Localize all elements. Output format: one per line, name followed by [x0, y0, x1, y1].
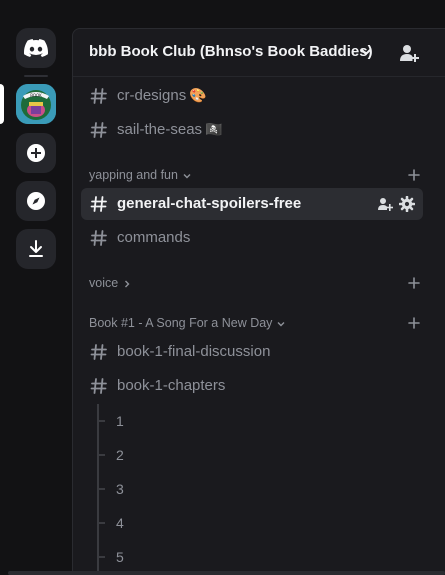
- thread-label: 1: [116, 413, 124, 429]
- category-label: voice: [89, 276, 119, 290]
- hash-icon: [90, 196, 107, 212]
- channel-label: commands: [117, 229, 191, 246]
- chevron-down-icon[interactable]: [359, 45, 373, 59]
- thread-branch: [97, 454, 105, 456]
- thread-item[interactable]: 5: [97, 545, 297, 569]
- horizontal-scrollbar[interactable]: [8, 571, 445, 575]
- category-yapping-and-fun[interactable]: yapping and fun: [89, 166, 423, 186]
- compass-icon: [27, 192, 45, 210]
- channel-label: cr-designs: [117, 87, 187, 104]
- add-member-icon[interactable]: [398, 42, 420, 64]
- chevron-down-icon: [183, 173, 191, 179]
- category-label: Book #1 - A Song For a New Day: [89, 316, 273, 330]
- channel-general-chat-spoilers-free[interactable]: general-chat-spoilers-free: [81, 188, 423, 220]
- discord-logo-icon: [24, 39, 48, 57]
- channel-actions: [377, 196, 415, 212]
- thread-item[interactable]: 4: [97, 511, 297, 535]
- channel-label: book-1-chapters: [117, 377, 226, 394]
- thread-item[interactable]: 2: [97, 443, 297, 467]
- selected-server-indicator: [0, 84, 4, 124]
- channel-book-1-final-discussion[interactable]: book-1-final-discussion: [81, 336, 423, 368]
- direct-messages-button[interactable]: [16, 28, 56, 68]
- server-header[interactable]: bbb Book Club (Bhnso's Book Baddies): [73, 29, 445, 77]
- palette-emoji: 🎨: [189, 87, 207, 103]
- hash-icon: [90, 88, 107, 104]
- thread-branch: [97, 420, 105, 422]
- thread-label: 5: [116, 549, 124, 565]
- category-voice[interactable]: voice: [89, 274, 423, 294]
- pirate-flag-emoji: 🏴‍☠️: [205, 121, 223, 137]
- channel-book-1-chapters[interactable]: book-1-chapters: [81, 370, 423, 402]
- download-icon: [29, 240, 43, 257]
- channel-label: general-chat-spoilers-free: [117, 195, 302, 212]
- server-rail: BOOK: [0, 0, 72, 575]
- channel-sail-the-seas[interactable]: sail-the-seas 🏴‍☠️: [81, 114, 423, 146]
- server-name[interactable]: bbb Book Club (Bhnso's Book Baddies): [89, 43, 373, 60]
- thread-branch: [97, 488, 105, 490]
- thread-branch: [97, 522, 105, 524]
- plus-icon[interactable]: [405, 274, 423, 292]
- category-label: yapping and fun: [89, 168, 178, 182]
- discover-button[interactable]: [16, 181, 56, 221]
- download-apps-button[interactable]: [16, 229, 56, 269]
- hash-icon: [90, 230, 107, 246]
- svg-text:BOOK: BOOK: [30, 93, 42, 98]
- category-book-1[interactable]: Book #1 - A Song For a New Day: [89, 314, 423, 334]
- hash-icon: [90, 344, 107, 360]
- plus-circle-icon: [27, 144, 45, 162]
- thread-branch: [97, 556, 105, 558]
- thread-item[interactable]: 3: [97, 477, 297, 501]
- channel-cr-designs[interactable]: cr-designs 🎨: [81, 80, 423, 112]
- channel-sidebar: bbb Book Club (Bhnso's Book Baddies) cr-…: [72, 28, 445, 575]
- thread-label: 2: [116, 447, 124, 463]
- gear-icon[interactable]: [399, 196, 415, 212]
- hash-icon: [90, 122, 107, 138]
- channel-label: sail-the-seas: [117, 121, 203, 138]
- rail-separator: [24, 75, 48, 77]
- thread-label: 3: [116, 481, 124, 497]
- add-server-button[interactable]: [16, 133, 56, 173]
- thread-label: 4: [116, 515, 124, 531]
- chevron-down-icon: [277, 321, 285, 327]
- channel-commands[interactable]: commands: [81, 222, 423, 254]
- book-club-server-icon[interactable]: BOOK: [16, 84, 56, 124]
- hash-icon: [90, 378, 107, 394]
- plus-icon[interactable]: [405, 314, 423, 332]
- create-invite-icon[interactable]: [377, 196, 393, 212]
- thread-item[interactable]: 1: [97, 409, 297, 433]
- chevron-right-icon: [125, 280, 130, 288]
- channel-label: book-1-final-discussion: [117, 343, 271, 360]
- plus-icon[interactable]: [405, 166, 423, 184]
